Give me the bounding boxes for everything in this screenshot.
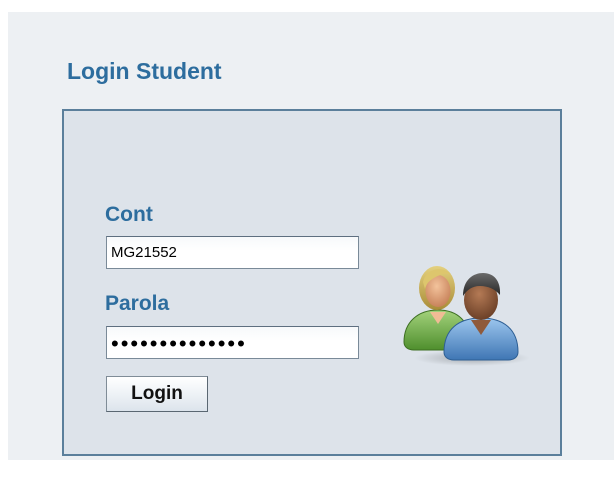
login-button[interactable]: Login xyxy=(106,376,208,412)
users-icon xyxy=(403,266,530,366)
login-form-panel: Cont Parola Login xyxy=(62,109,562,456)
panel-title: Login Student xyxy=(67,58,222,84)
password-input[interactable] xyxy=(106,326,359,359)
password-label: Parola xyxy=(105,292,170,315)
account-input[interactable] xyxy=(106,236,359,269)
account-label: Cont xyxy=(105,203,153,226)
login-page: Login Student Cont Parola Login xyxy=(8,12,614,460)
